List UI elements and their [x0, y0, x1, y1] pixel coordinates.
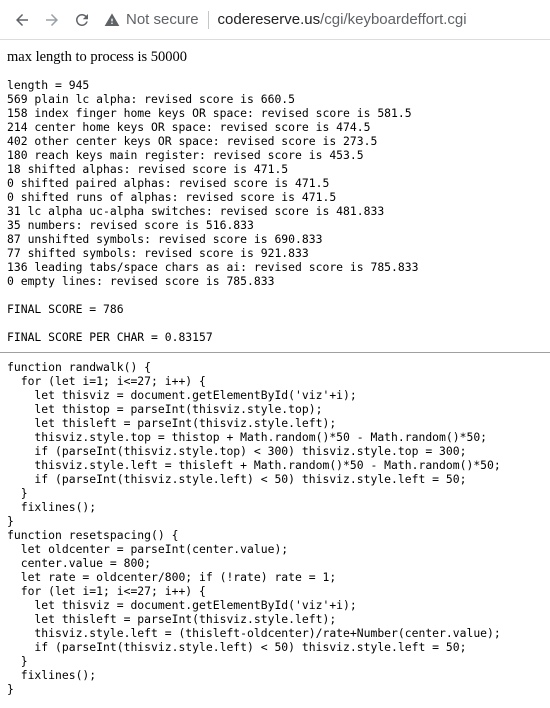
reload-icon: [75, 13, 88, 26]
url-path: /cgi/keyboardeffort.cgi: [320, 11, 467, 28]
url-host: codereserve.us: [217, 11, 321, 28]
address-bar[interactable]: Not secure codereserve.us/cgi/keyboardef…: [104, 5, 550, 35]
browser-toolbar: Not secure codereserve.us/cgi/keyboardef…: [0, 0, 550, 40]
stats-block: length = 945 569 plain lc alpha: revised…: [7, 78, 419, 288]
reload-button[interactable]: [70, 8, 94, 32]
forward-arrow-icon: [46, 13, 58, 26]
horizontal-rule: [0, 352, 550, 353]
back-arrow-icon: [16, 13, 28, 26]
security-status[interactable]: Not secure: [126, 11, 199, 28]
code-block: function randwalk() { for (let i=1; i<=2…: [7, 360, 501, 696]
final-score: FINAL SCORE = 786: [7, 302, 124, 316]
warning-triangle-icon: [104, 12, 120, 26]
url-text[interactable]: codereserve.us/cgi/keyboardeffort.cgi: [218, 11, 467, 28]
address-separator: [207, 10, 209, 29]
max-length-line: max length to process is 50000: [7, 49, 188, 65]
back-button[interactable]: [10, 8, 34, 32]
final-score-per-char: FINAL SCORE PER CHAR = 0.83157: [7, 330, 213, 344]
page-content: max length to process is 50000 length = …: [0, 40, 550, 696]
forward-button[interactable]: [40, 8, 64, 32]
